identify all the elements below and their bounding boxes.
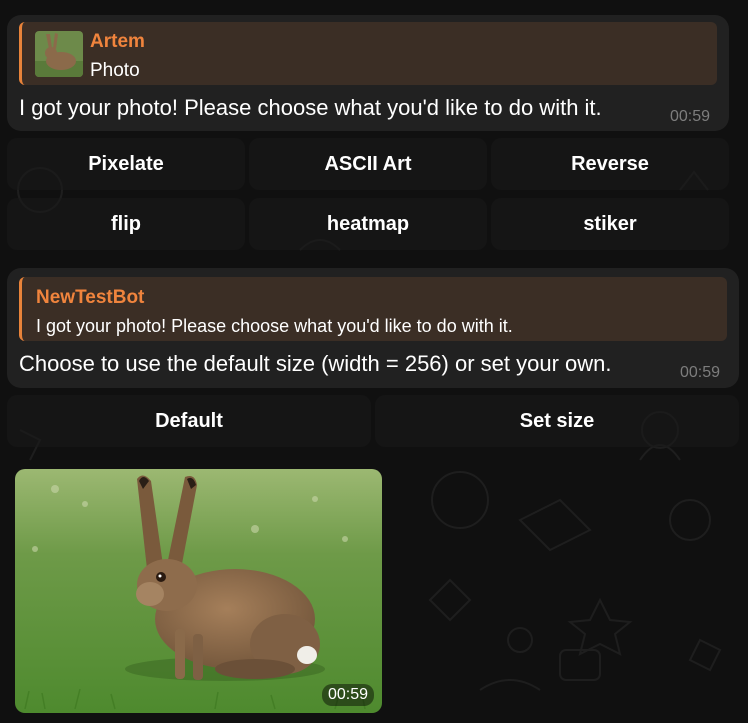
hare-photo-image <box>15 469 382 713</box>
reply-text: I got your photo! Please choose what you… <box>36 316 513 336</box>
pixelate-button[interactable]: Pixelate <box>7 138 245 190</box>
ascii-art-button[interactable]: ASCII Art <box>249 138 487 190</box>
hare-thumbnail-icon <box>35 31 83 77</box>
stiker-button[interactable]: stiker <box>491 198 729 250</box>
default-size-button[interactable]: Default <box>7 395 371 447</box>
reply-sender-name: Artem <box>90 31 145 52</box>
hare-photo[interactable]: 00:59 <box>15 469 382 713</box>
message-time: 00:59 <box>670 108 711 125</box>
reply-text: Photo <box>90 60 140 81</box>
message-text: Choose to use the default size (width = … <box>19 351 612 376</box>
flip-button[interactable]: flip <box>7 198 245 250</box>
message-text: I got your photo! Please choose what you… <box>19 95 602 120</box>
message-time: 00:59 <box>680 364 721 381</box>
heatmap-button[interactable]: heatmap <box>249 198 487 250</box>
set-size-button[interactable]: Set size <box>375 395 739 447</box>
photo-time: 00:59 <box>321 684 374 706</box>
chat-background: Artem Photo I got your photo! Please cho… <box>0 0 748 723</box>
reverse-button[interactable]: Reverse <box>491 138 729 190</box>
reply-sender-name: NewTestBot <box>36 287 145 308</box>
